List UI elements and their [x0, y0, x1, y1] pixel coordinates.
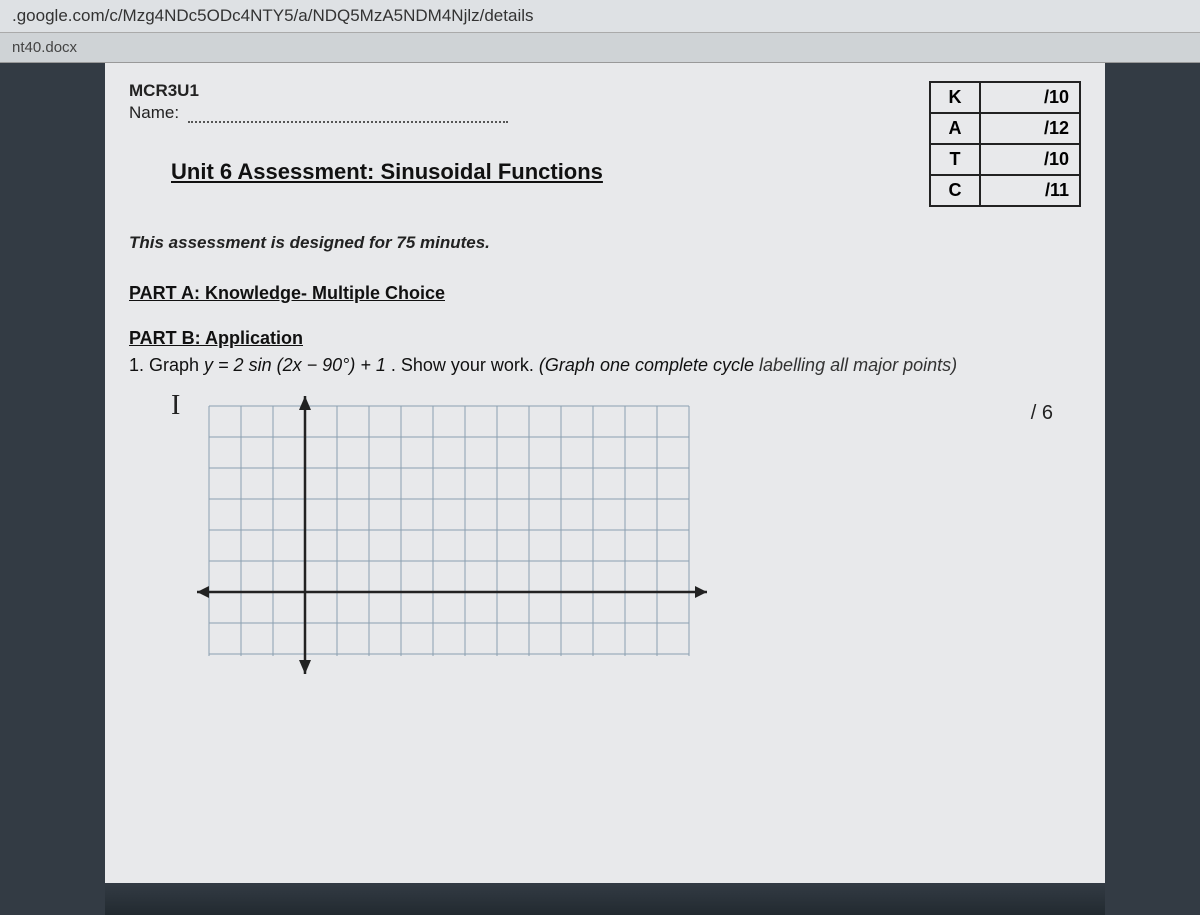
table-row: K /10	[930, 82, 1080, 113]
rubric-category: C	[930, 175, 980, 206]
question-score: / 6	[1031, 396, 1053, 425]
part-b-heading: PART B: Application	[129, 328, 1081, 349]
rubric-category: A	[930, 113, 980, 144]
duration-note: This assessment is designed for 75 minut…	[129, 233, 1081, 253]
table-row: T /10	[930, 144, 1080, 175]
name-field: Name:	[129, 103, 905, 123]
tab-label: nt40.docx	[12, 39, 77, 56]
question-number: 1.	[129, 355, 149, 375]
name-blank-line	[188, 109, 508, 123]
table-row: A /12	[930, 113, 1080, 144]
rubric-category: T	[930, 144, 980, 175]
url-text: .google.com/c/Mzg4NDc5ODc4NTY5/a/NDQ5MzA…	[12, 6, 534, 25]
rubric-score: /10	[980, 82, 1080, 113]
table-row: C /11	[930, 175, 1080, 206]
name-label: Name:	[129, 103, 179, 123]
text-cursor-icon: I	[171, 390, 180, 422]
question-emphasis: (Graph one complete cycle	[539, 355, 759, 375]
course-code: MCR3U1	[129, 81, 905, 101]
rubric-score: /12	[980, 113, 1080, 144]
question-italic: labelling all major points)	[759, 355, 957, 375]
viewer-bottom-shadow	[105, 883, 1105, 915]
graph-grid: I	[179, 396, 719, 686]
question-instruction: . Show your work.	[391, 355, 539, 375]
rubric-score: /11	[980, 175, 1080, 206]
document-tab[interactable]: nt40.docx	[0, 33, 1200, 63]
part-a-heading: PART A: Knowledge- Multiple Choice	[129, 283, 1081, 304]
address-bar[interactable]: .google.com/c/Mzg4NDc5ODc4NTY5/a/NDQ5MzA…	[0, 0, 1200, 33]
document-viewer: MCR3U1 Name: Unit 6 Assessment: Sinusoid…	[0, 63, 1200, 915]
question-1: 1. Graph y = 2 sin (2x − 90°) + 1 . Show…	[129, 355, 1081, 376]
document-page: MCR3U1 Name: Unit 6 Assessment: Sinusoid…	[105, 63, 1105, 883]
assessment-title: Unit 6 Assessment: Sinusoidal Functions	[171, 159, 603, 185]
rubric-score: /10	[980, 144, 1080, 175]
question-label: Graph	[149, 355, 204, 375]
rubric-table: K /10 A /12 T /10 C /11	[929, 81, 1081, 207]
rubric-category: K	[930, 82, 980, 113]
question-equation: y = 2 sin (2x − 90°) + 1	[204, 355, 386, 375]
